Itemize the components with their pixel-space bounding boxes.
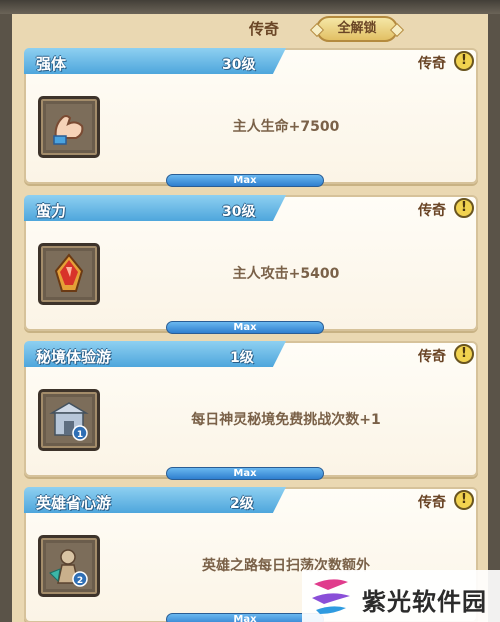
info-icon[interactable]: ! xyxy=(454,490,474,510)
talent-card[interactable]: 秘境体验游 1级 传奇 ! 1 每日神灵秘境免费挑战次数+1 Max xyxy=(24,341,478,480)
progress-bar: Max xyxy=(166,613,324,622)
progress-bar: Max xyxy=(166,321,324,334)
talent-icon-frame: 1 xyxy=(38,389,100,451)
talent-level: 30级 xyxy=(222,57,256,73)
talent-name: 强体 xyxy=(36,55,67,73)
talent-description: 每日神灵秘境免费挑战次数+1 xyxy=(191,412,381,428)
svg-text:1: 1 xyxy=(77,430,83,440)
progress-bar: Max xyxy=(166,174,324,187)
watermark-text: 紫光软件园 xyxy=(362,588,487,616)
talent-level: 2级 xyxy=(230,496,254,512)
rarity-label: 传奇 xyxy=(418,203,446,219)
talent-card[interactable]: 强体 30级 传奇 ! 主人生命+7500 Max xyxy=(24,48,478,187)
red-flame-crystal-icon xyxy=(46,251,92,297)
talent-name: 秘境体验游 xyxy=(36,348,112,366)
watermark: 紫光软件园 xyxy=(302,570,500,622)
talent-description: 主人攻击+5400 xyxy=(232,266,340,282)
talent-level: 30级 xyxy=(222,204,256,220)
svg-text:2: 2 xyxy=(77,576,83,586)
rarity-label: 传奇 xyxy=(418,56,446,72)
talent-level: 1级 xyxy=(230,350,254,366)
muscle-arm-icon xyxy=(46,104,92,150)
page-title: 传奇 xyxy=(248,20,279,38)
talent-icon-frame xyxy=(38,96,100,158)
talent-name: 英雄省心游 xyxy=(36,494,112,512)
hero-flag-icon: 2 xyxy=(46,543,92,589)
info-icon[interactable]: ! xyxy=(454,198,474,218)
talent-icon-frame: 2 xyxy=(38,535,100,597)
unlock-all-button[interactable]: 全解锁 xyxy=(316,16,398,42)
talent-card[interactable]: 蛮力 30级 传奇 ! 主人攻击+5400 Max xyxy=(24,195,478,334)
talent-description: 主人生命+7500 xyxy=(232,119,340,135)
panel-header: 传奇 全解锁 xyxy=(12,12,488,48)
info-icon[interactable]: ! xyxy=(454,51,474,71)
zg-logo-icon xyxy=(312,579,350,614)
progress-bar: Max xyxy=(166,467,324,480)
talent-icon-frame xyxy=(38,243,100,305)
talent-name: 蛮力 xyxy=(36,202,67,220)
temple-gate-icon: 1 xyxy=(46,397,92,443)
info-icon[interactable]: ! xyxy=(454,344,474,364)
rarity-label: 传奇 xyxy=(418,495,446,511)
rarity-label: 传奇 xyxy=(418,349,446,365)
